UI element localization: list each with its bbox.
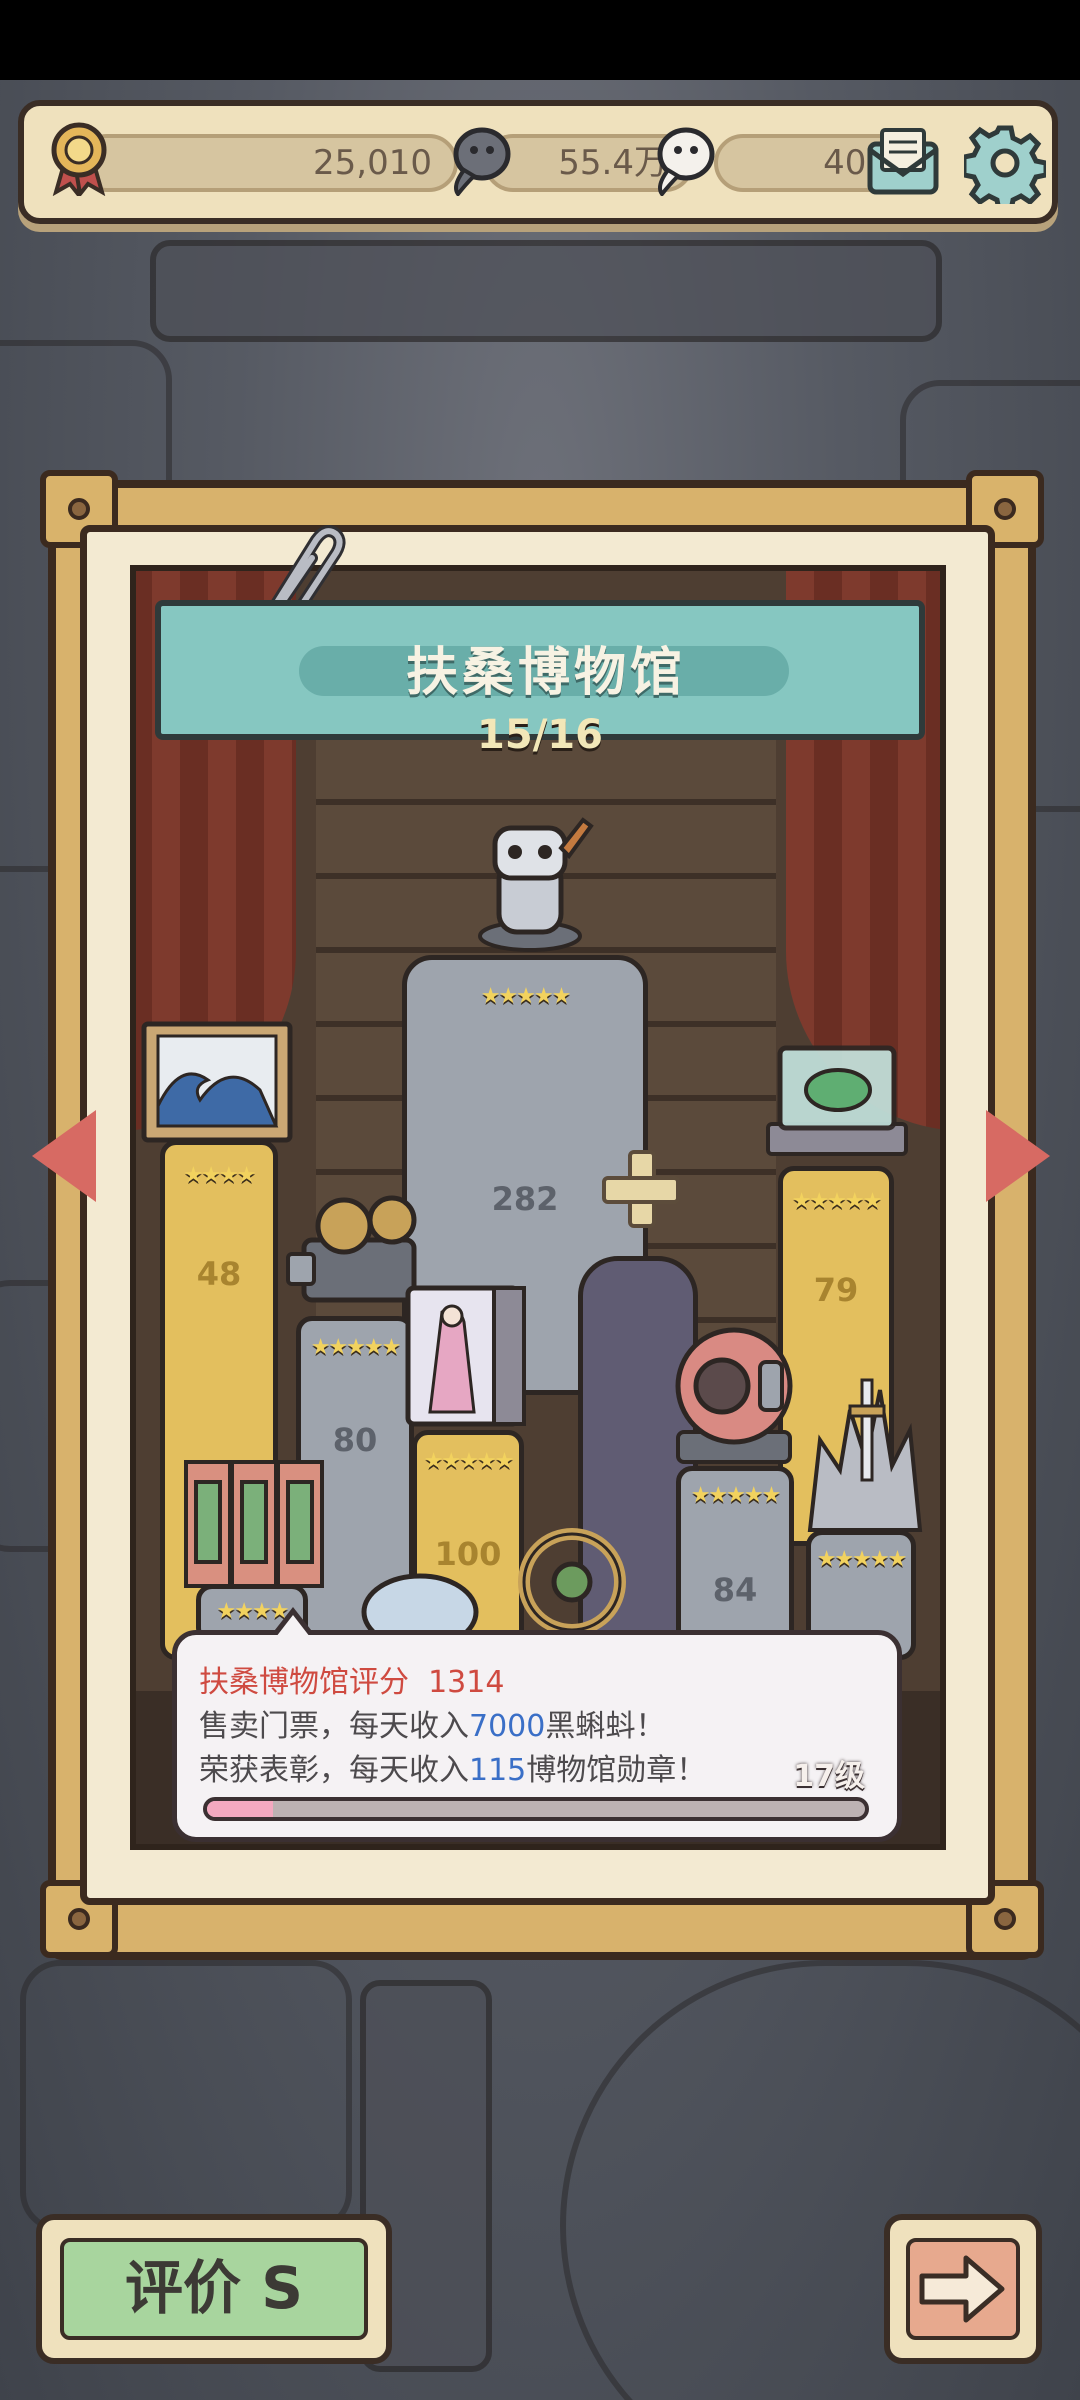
white-tadpole-icon — [657, 127, 715, 196]
pillar-value: 84 — [712, 1571, 758, 1609]
pillar-stars: ★★★★★ — [423, 1449, 515, 1474]
rating-button[interactable]: 评价 S — [36, 2214, 392, 2364]
next-button[interactable] — [884, 2214, 1042, 2364]
medal-icon — [51, 122, 107, 196]
wave-painting-icon[interactable] — [140, 1020, 294, 1144]
rating-button-label: 评价 S — [60, 2238, 368, 2340]
medal-income-prefix: 荣获表彰，每天收入 — [199, 1753, 469, 1788]
rating-label: 扶桑博物馆评分 — [199, 1665, 409, 1700]
pillar-stars: ★★★★★ — [791, 1189, 883, 1214]
sword-throne-icon[interactable] — [800, 1370, 930, 1534]
ticket-income-suffix: 黑蝌蚪！ — [545, 1709, 666, 1744]
add-exhibit-icon[interactable] — [602, 1150, 680, 1228]
museum-level: 17级 — [793, 1759, 865, 1794]
ticket-income-value: 7000 — [469, 1709, 546, 1744]
folding-screen-icon[interactable] — [180, 1452, 330, 1592]
lady-book-icon[interactable] — [402, 1282, 532, 1432]
medal-count: 25,010 — [313, 143, 432, 183]
pillar-stars: ★★★★ — [183, 1163, 257, 1188]
medal-income-line: 荣获表彰，每天收入115博物馆勋章！ — [199, 1745, 706, 1789]
black-tadpole-icon — [453, 127, 511, 196]
collection-progress: 15/16 — [477, 712, 603, 758]
museum-info-tooltip: 扶桑博物馆评分 1314 售卖门票，每天收入7000黑蝌蚪！ 荣获表彰，每天收入… — [172, 1607, 902, 1842]
mail-icon[interactable] — [862, 122, 944, 204]
rating-line: 扶桑博物馆评分 1314 — [199, 1657, 504, 1701]
level-progress-fill — [207, 1801, 273, 1817]
ticket-income-line: 售卖门票，每天收入7000黑蝌蚪！ — [199, 1701, 665, 1745]
arrow-right-icon — [919, 2255, 1005, 2323]
next-museum-arrow[interactable] — [986, 1110, 1050, 1202]
diving-helmet-icon[interactable] — [664, 1322, 804, 1468]
previous-museum-arrow[interactable] — [32, 1110, 96, 1202]
robot-cat-statue-icon[interactable] — [455, 808, 605, 958]
rating-value: 1314 — [428, 1665, 505, 1700]
medal-income-suffix: 博物馆勋章！ — [526, 1753, 707, 1788]
ship-wheel-icon[interactable] — [504, 1518, 640, 1638]
ticket-income-prefix: 售卖门票，每天收入 — [199, 1709, 469, 1744]
glass-orb-icon[interactable] — [762, 1034, 912, 1164]
level-progress-bar — [203, 1797, 869, 1821]
pillar-stars: ★★★★★ — [816, 1547, 908, 1572]
pillar-value: 48 — [196, 1255, 242, 1293]
pillar-stars: ★★★★★ — [310, 1335, 402, 1360]
medal-income-value: 115 — [469, 1753, 527, 1788]
pillar-stars: ★★★★★ — [690, 1483, 782, 1508]
gear-icon[interactable] — [964, 122, 1046, 204]
museum-title: 扶桑博物馆 — [405, 643, 686, 703]
resource-bar: 25,010 55.4万 406 — [18, 100, 1058, 224]
pillar-value: 79 — [813, 1271, 859, 1309]
status-bar — [0, 0, 1080, 80]
pillar-stars: ★★★★★ — [480, 984, 572, 1009]
next-button-face — [906, 2238, 1020, 2340]
medal-counter: 25,010 — [78, 134, 458, 192]
